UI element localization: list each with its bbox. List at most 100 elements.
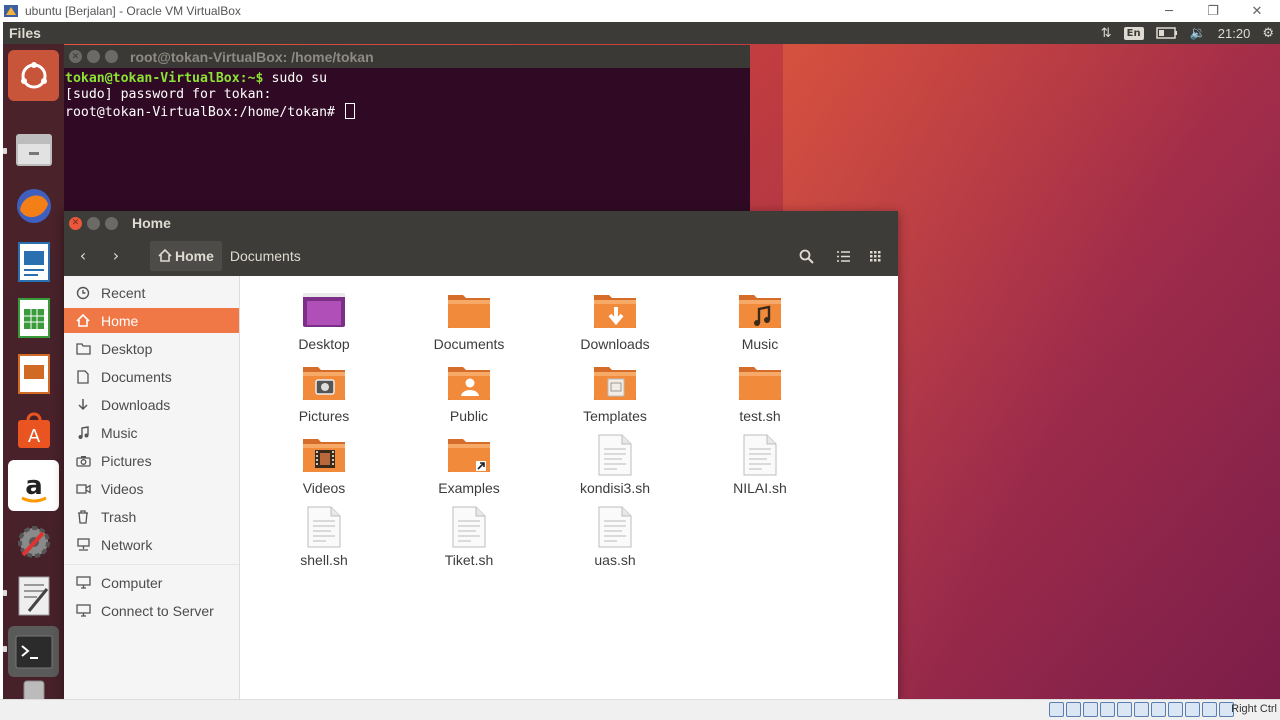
file-item-uas-sh[interactable]: uas.sh	[550, 504, 680, 572]
file-item-examples[interactable]: Examples	[404, 432, 534, 500]
minimize-button[interactable]: ─	[1154, 2, 1184, 20]
sidebar-item-downloads[interactable]: Downloads	[64, 392, 239, 417]
files-titlebar[interactable]: ✕ Home	[64, 211, 898, 235]
libreoffice-writer-icon[interactable]	[8, 236, 59, 287]
sidebar-item-desktop[interactable]: Desktop	[64, 336, 239, 361]
sidebar-item-trash[interactable]: Trash	[64, 504, 239, 529]
file-item-label: kondisi3.sh	[579, 480, 651, 496]
panel-clock[interactable]: 21:20	[1218, 26, 1251, 41]
grid-icon	[869, 250, 880, 261]
file-item-kondisi3-sh[interactable]: kondisi3.sh	[550, 432, 680, 500]
files-maximize-button[interactable]	[105, 216, 118, 230]
file-item-music[interactable]: Music	[695, 288, 825, 356]
terminal-prompt-user: tokan@tokan-VirtualBox:~$	[65, 71, 264, 86]
panel-app-name[interactable]: Files	[9, 25, 41, 41]
keyboard-language-indicator[interactable]: En	[1123, 26, 1144, 40]
sidebar-item-recent[interactable]: Recent	[64, 280, 239, 305]
files-minimize-button[interactable]	[87, 216, 100, 230]
system-settings-icon[interactable]	[8, 516, 59, 567]
display-status-icon[interactable]	[1151, 702, 1166, 717]
file-item-nilai-sh[interactable]: NILAI.sh	[695, 432, 825, 500]
trash-icon	[74, 509, 92, 524]
shared-folders-status-icon[interactable]	[1134, 702, 1149, 717]
network-status-icon[interactable]	[1100, 702, 1115, 717]
hard-disk-status-icon[interactable]	[1049, 702, 1064, 717]
file-item-label: NILAI.sh	[733, 480, 787, 496]
terminal-titlebar[interactable]: ✕ root@tokan-VirtualBox: /home/tokan	[64, 45, 750, 68]
folder-icon	[74, 342, 92, 355]
folder-link-icon	[445, 432, 493, 478]
libreoffice-impress-icon[interactable]	[8, 348, 59, 399]
file-item-shell-sh[interactable]: shell.sh	[259, 504, 389, 572]
grid-view-button[interactable]	[860, 241, 890, 271]
back-button[interactable]: ‹	[69, 242, 97, 270]
optical-drive-status-icon[interactable]	[1066, 702, 1081, 717]
file-item-label: test.sh	[739, 408, 781, 424]
amazon-icon[interactable]: a	[8, 460, 59, 511]
text-file-icon	[736, 432, 784, 478]
breadcrumb-documents[interactable]: Documents	[222, 241, 309, 271]
search-button[interactable]	[791, 241, 821, 271]
sidebar-item-network[interactable]: Network	[64, 532, 239, 557]
gear-icon[interactable]: ⚙	[1262, 26, 1274, 41]
folder-icon	[736, 360, 784, 406]
file-item-tiket-sh[interactable]: Tiket.sh	[404, 504, 534, 572]
sidebar-item-connect-to-server[interactable]: Connect to Server	[64, 598, 239, 623]
file-item-videos[interactable]: Videos	[259, 432, 389, 500]
file-item-documents[interactable]: Documents	[404, 288, 534, 356]
file-grid: Desktop Documents Downloads Music Pictures Pu…	[246, 276, 898, 699]
files-window[interactable]: ✕ Home ‹ › Home Documents Recent Home De…	[64, 211, 898, 699]
usb-status-icon[interactable]	[1117, 702, 1132, 717]
top-panel: Files ⇅ En 🔉 21:20 ⚙	[3, 22, 1280, 44]
folder-download-icon	[591, 288, 639, 334]
file-item-label: Pictures	[298, 408, 350, 424]
sidebar-item-documents[interactable]: Documents	[64, 364, 239, 389]
file-item-desktop[interactable]: Desktop	[259, 288, 389, 356]
firefox-icon[interactable]	[8, 180, 59, 231]
software-center-icon[interactable]: A	[8, 404, 59, 455]
audio-status-icon[interactable]	[1083, 702, 1098, 717]
list-view-button[interactable]	[828, 241, 858, 271]
sidebar-item-pictures[interactable]: Pictures	[64, 448, 239, 473]
breadcrumb-home[interactable]: Home	[150, 240, 222, 271]
file-item-public[interactable]: Public	[404, 360, 534, 428]
terminal-window[interactable]: ✕ root@tokan-VirtualBox: /home/tokan tok…	[64, 45, 750, 238]
sidebar-item-music[interactable]: Music	[64, 420, 239, 445]
terminal-close-button[interactable]: ✕	[69, 50, 82, 63]
cpu-status-icon[interactable]	[1185, 702, 1200, 717]
text-editor-icon[interactable]	[8, 570, 59, 621]
sidebar-item-computer[interactable]: Computer	[64, 570, 239, 595]
file-item-label: Documents	[433, 336, 505, 352]
file-item-label: Public	[449, 408, 489, 424]
sidebar-item-videos[interactable]: Videos	[64, 476, 239, 501]
trash-launcher-icon[interactable]	[8, 666, 59, 699]
volume-icon[interactable]: 🔉	[1190, 26, 1206, 41]
files-launcher-icon[interactable]	[8, 124, 59, 175]
network-indicator-icon[interactable]: ⇅	[1101, 26, 1112, 41]
libreoffice-calc-icon[interactable]	[8, 292, 59, 343]
restore-button[interactable]: ❐	[1198, 2, 1228, 20]
music-icon	[74, 425, 92, 440]
sidebar-item-home[interactable]: Home	[64, 308, 239, 333]
file-item-label: Templates	[583, 408, 647, 424]
terminal-minimize-button[interactable]	[87, 50, 100, 63]
text-file-icon	[591, 504, 639, 550]
vm-screen[interactable]: Files ⇅ En 🔉 21:20 ⚙ A a ✕ root@tokan-Vi…	[3, 22, 1280, 699]
battery-icon[interactable]	[1155, 27, 1178, 39]
video-capture-status-icon[interactable]	[1168, 702, 1183, 717]
mouse-integration-status-icon[interactable]	[1202, 702, 1217, 717]
sidebar-item-label: Computer	[101, 574, 163, 591]
close-button[interactable]: ✕	[1242, 2, 1272, 20]
file-item-templates[interactable]: Templates	[550, 360, 680, 428]
file-item-label: Examples	[438, 480, 500, 496]
file-item-downloads[interactable]: Downloads	[550, 288, 680, 356]
virtualbox-icon	[4, 5, 18, 17]
terminal-output[interactable]: tokan@tokan-VirtualBox:~$ sudo su [sudo]…	[64, 68, 750, 124]
terminal-maximize-button[interactable]	[105, 50, 118, 63]
forward-button[interactable]: ›	[102, 242, 130, 270]
clock-icon	[74, 286, 92, 300]
files-close-button[interactable]: ✕	[69, 216, 82, 230]
file-item-pictures[interactable]: Pictures	[259, 360, 389, 428]
dash-home-icon[interactable]	[8, 50, 59, 101]
file-item-test-sh[interactable]: test.sh	[695, 360, 825, 428]
